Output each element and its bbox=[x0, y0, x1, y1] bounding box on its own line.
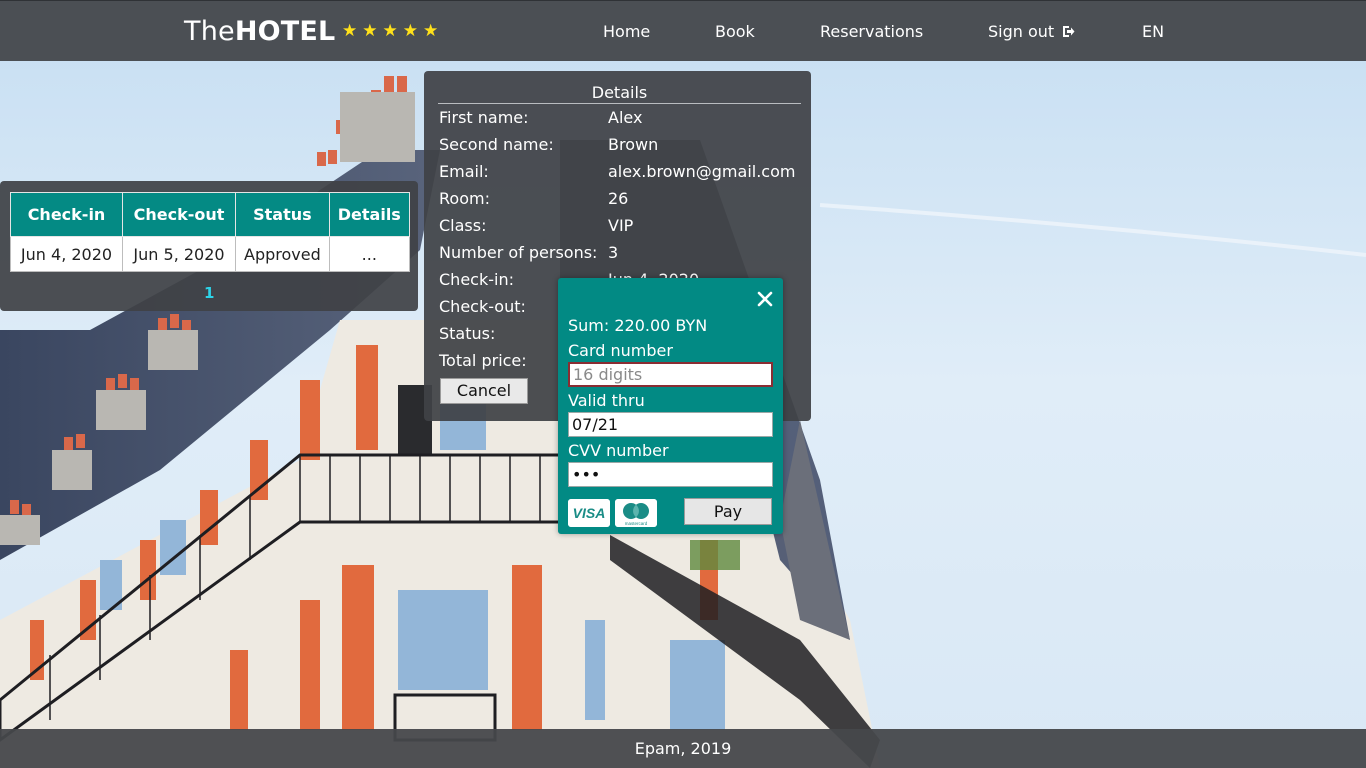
details-link[interactable]: ... bbox=[328, 236, 410, 272]
logo-light-text: The bbox=[184, 16, 235, 47]
column-header-status: Status bbox=[235, 192, 330, 237]
star-rating-icons: ★★★★★ bbox=[342, 21, 444, 41]
total-price-label: Total price: bbox=[439, 351, 527, 370]
nav-reservations-link[interactable]: Reservations bbox=[820, 22, 923, 41]
nav-sign-out-link[interactable]: Sign out bbox=[988, 22, 1075, 41]
status-label: Status: bbox=[439, 324, 496, 343]
site-logo[interactable]: TheHOTEL bbox=[184, 16, 335, 47]
nav-book-link[interactable]: Book bbox=[715, 22, 755, 41]
sign-out-label: Sign out bbox=[988, 22, 1055, 41]
persons-label: Number of persons: bbox=[439, 243, 598, 262]
mastercard-logo-icon: mastercard bbox=[615, 499, 657, 527]
first-name-label: First name: bbox=[439, 108, 529, 127]
page-footer: Epam, 2019 bbox=[0, 729, 1366, 768]
mastercard-logo-text: mastercard bbox=[625, 521, 648, 526]
close-icon[interactable] bbox=[757, 291, 773, 307]
second-name-label: Second name: bbox=[439, 135, 554, 154]
pagination-page-1[interactable]: 1 bbox=[204, 284, 214, 302]
payment-sum: Sum: 220.00 BYN bbox=[568, 316, 708, 335]
cell-check-in: Jun 4, 2020 bbox=[10, 236, 123, 272]
cell-status: Approved bbox=[235, 236, 330, 272]
table-header-row: Check-in Check-out Status Details bbox=[10, 192, 410, 237]
column-header-details: Details bbox=[328, 192, 410, 237]
sign-out-icon bbox=[1063, 26, 1075, 37]
email-value: alex.brown@gmail.com bbox=[608, 162, 796, 181]
room-label: Room: bbox=[439, 189, 490, 208]
payment-modal: Sum: 220.00 BYN Card number Valid thru C… bbox=[558, 278, 783, 534]
table-row: Jun 4, 2020 Jun 5, 2020 Approved ... bbox=[10, 236, 410, 272]
cancel-reservation-button[interactable]: Cancel bbox=[440, 378, 528, 404]
class-label: Class: bbox=[439, 216, 487, 235]
check-in-label: Check-in: bbox=[439, 270, 514, 289]
column-header-check-in: Check-in bbox=[10, 192, 123, 237]
cvv-input[interactable] bbox=[568, 462, 773, 487]
persons-value: 3 bbox=[608, 243, 619, 262]
first-name-value: Alex bbox=[608, 108, 643, 127]
language-switcher[interactable]: EN bbox=[1142, 22, 1164, 41]
visa-logo-text: VISA bbox=[573, 505, 606, 521]
footer-text: Epam, 2019 bbox=[634, 739, 732, 758]
valid-thru-label: Valid thru bbox=[568, 391, 645, 410]
email-label: Email: bbox=[439, 162, 489, 181]
cell-check-out: Jun 5, 2020 bbox=[122, 236, 236, 272]
pay-button[interactable]: Pay bbox=[684, 498, 772, 525]
nav-home-link[interactable]: Home bbox=[603, 22, 650, 41]
visa-logo-icon: VISA bbox=[568, 499, 610, 527]
card-number-label: Card number bbox=[568, 341, 673, 360]
logo-bold-text: HOTEL bbox=[234, 16, 336, 47]
reservations-table: Check-in Check-out Status Details Jun 4,… bbox=[10, 192, 410, 272]
second-name-value: Brown bbox=[608, 135, 659, 154]
cvv-label: CVV number bbox=[568, 441, 669, 460]
card-number-input[interactable] bbox=[568, 362, 773, 387]
room-value: 26 bbox=[608, 189, 629, 208]
column-header-check-out: Check-out bbox=[122, 192, 236, 237]
valid-thru-input[interactable] bbox=[568, 412, 773, 437]
class-value: VIP bbox=[608, 216, 634, 235]
details-title: Details bbox=[438, 83, 801, 104]
reservations-panel: Check-in Check-out Status Details Jun 4,… bbox=[0, 181, 418, 311]
top-navbar: TheHOTEL ★★★★★ Home Book Reservations Si… bbox=[0, 0, 1366, 61]
check-out-label: Check-out: bbox=[439, 297, 526, 316]
